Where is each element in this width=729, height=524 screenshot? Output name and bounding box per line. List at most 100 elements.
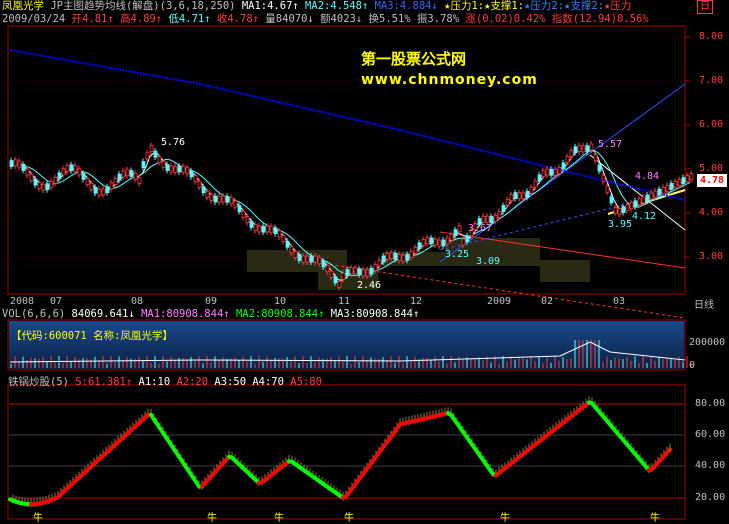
quote-amplitude: 振3.78%	[417, 13, 459, 25]
candle-body	[102, 189, 105, 195]
osc-tick: 60.00	[695, 429, 725, 440]
candle-body	[34, 179, 37, 185]
candle-body	[510, 195, 513, 201]
candle-body	[466, 236, 469, 242]
candle-body	[326, 266, 329, 272]
candle-body	[210, 195, 213, 201]
vol-title: VOL(6,6,6)	[2, 308, 65, 320]
candle-body	[414, 247, 417, 253]
quote-amount: 额4023↓	[320, 13, 362, 25]
candle-body	[10, 161, 13, 167]
candle-body	[434, 239, 437, 245]
price-tick: 4.00	[699, 207, 723, 218]
candle-body	[626, 205, 629, 211]
vol-tick: 200000	[689, 337, 725, 348]
candle-body	[154, 151, 157, 157]
candle-body	[26, 169, 29, 175]
candle-body	[346, 270, 349, 276]
candle-body	[70, 165, 73, 171]
candle-body	[298, 255, 301, 261]
candle-body	[550, 169, 553, 175]
candle-body	[14, 160, 17, 166]
time-label: 11	[338, 296, 350, 307]
candle-body	[238, 206, 241, 212]
candle-body	[486, 216, 489, 222]
candle-body	[178, 166, 181, 172]
time-label: 12	[410, 296, 422, 307]
candle-body	[490, 216, 493, 222]
time-label: 08	[131, 296, 143, 307]
price-annotation: 3.95	[608, 219, 632, 230]
candle-body	[402, 255, 405, 261]
header-row-1: 凤凰光学 JP主图趋势均线(解盘)(3,6,18,250) MA1:4.67↑ …	[2, 0, 631, 12]
indicator-name: JP主图趋势均线(解盘)	[50, 0, 159, 12]
candle-body	[174, 166, 177, 172]
candle-body	[194, 176, 197, 182]
bull-marker: 牛	[33, 509, 43, 524]
price-tick: 6.00	[699, 119, 723, 130]
candle-body	[206, 191, 209, 197]
candle-body	[370, 268, 373, 274]
candle-body	[38, 183, 41, 189]
candle-body	[658, 189, 661, 195]
axis-ticks	[685, 37, 690, 257]
quote-change: 涨(0.02)0.42%	[465, 13, 545, 25]
candle-body	[610, 197, 613, 203]
candle-body	[562, 163, 565, 169]
candle-body	[74, 166, 77, 172]
osc-a3: A3:50	[214, 376, 246, 388]
candle-body	[190, 171, 193, 177]
pressure2-label: ★压力2:	[524, 0, 564, 12]
candle-body	[50, 181, 53, 187]
candle-body	[650, 193, 653, 199]
candle-body	[290, 247, 293, 253]
candle-body	[94, 187, 97, 193]
ma3-line	[10, 50, 685, 200]
candle-body	[682, 178, 685, 184]
watermark-url: www.chnmoney.com	[361, 72, 538, 88]
candle-body	[122, 171, 125, 177]
stock-code-label: 【代码:600071 名称:凤凰光学】	[11, 330, 173, 342]
osc-tick: 40.00	[695, 460, 725, 471]
candle-body	[442, 240, 445, 246]
candle-body	[422, 239, 425, 245]
candle-body	[138, 178, 141, 184]
price-annotation: 5.76	[161, 137, 185, 148]
price-annotation: 2.46	[357, 280, 381, 291]
price-tick: 7.00	[699, 75, 723, 86]
candle-body	[306, 256, 309, 262]
vol-value: 84069.641↓	[72, 308, 135, 320]
candle-body	[90, 183, 93, 189]
candle-body	[134, 173, 137, 179]
time-label: 09	[205, 296, 217, 307]
candle-body	[426, 238, 429, 244]
candle-body	[218, 196, 221, 202]
candle-body	[690, 174, 693, 180]
candle-body	[110, 183, 113, 189]
candle-body	[514, 193, 517, 199]
candle-body	[318, 258, 321, 264]
osc-a2: A2:20	[176, 376, 208, 388]
candle-body	[674, 181, 677, 187]
candle-body	[482, 216, 485, 222]
price-tick: 5.00	[699, 163, 723, 174]
candle-body	[282, 236, 285, 242]
osc-a4: A4:70	[252, 376, 284, 388]
period-label: 日线	[694, 296, 714, 311]
candlesticks[interactable]	[10, 141, 693, 290]
candle-body	[358, 269, 361, 275]
period-button[interactable]: 日	[697, 0, 713, 14]
candle-body	[390, 253, 393, 259]
candle-body	[502, 206, 505, 212]
candle-body	[522, 193, 525, 199]
support2-label: ★支撑2:	[564, 0, 604, 12]
osc-a5: A5:80	[290, 376, 322, 388]
candle-body	[130, 170, 133, 176]
price-annotation: 3.67	[468, 223, 492, 234]
candle-body	[338, 281, 341, 287]
candle-body	[66, 166, 69, 172]
bull-marker: 牛	[274, 509, 284, 524]
candle-body	[150, 146, 153, 152]
candle-body	[538, 175, 541, 181]
osc-a1: A1:10	[139, 376, 171, 388]
